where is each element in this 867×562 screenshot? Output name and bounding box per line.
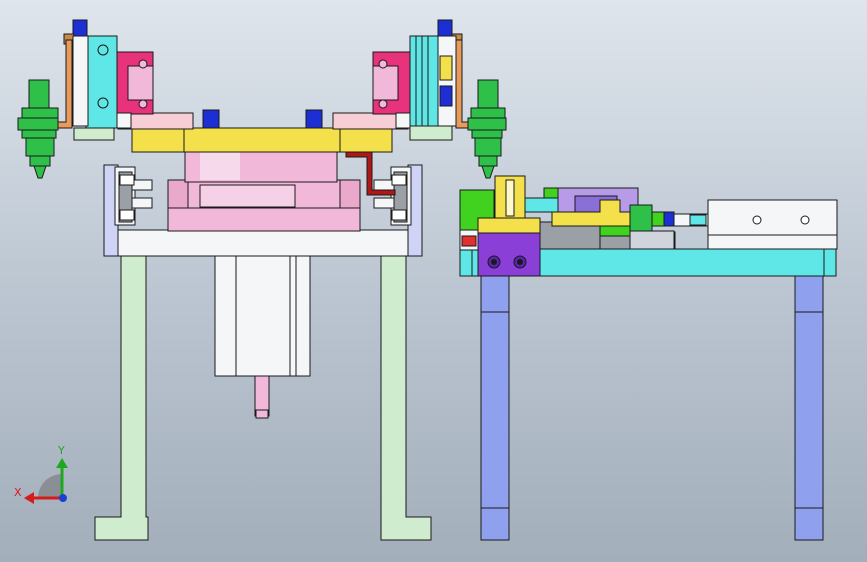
left-support-leg bbox=[94, 253, 149, 541]
cad-drawing[interactable]: X Y bbox=[0, 0, 867, 562]
right-nozzle bbox=[467, 79, 507, 179]
cad-viewport[interactable]: X Y bbox=[0, 0, 867, 562]
rotary-drum-lower bbox=[167, 206, 361, 232]
left-nozzle bbox=[17, 79, 59, 179]
triad-quarter-disc bbox=[38, 474, 62, 498]
side-leg-right bbox=[794, 275, 824, 541]
z-axis-dot bbox=[59, 494, 67, 502]
purple-block bbox=[477, 231, 541, 277]
blue-block-left bbox=[202, 109, 220, 129]
right-support-leg bbox=[380, 253, 432, 541]
triad-x-label: X bbox=[14, 486, 22, 499]
triad-y-label: Y bbox=[57, 444, 65, 457]
base-plate bbox=[117, 229, 409, 257]
side-leg-left bbox=[480, 275, 510, 541]
axis-triad: X Y bbox=[14, 444, 68, 504]
side-view bbox=[459, 175, 838, 541]
front-view bbox=[17, 19, 507, 541]
blue-block-right bbox=[305, 109, 323, 129]
